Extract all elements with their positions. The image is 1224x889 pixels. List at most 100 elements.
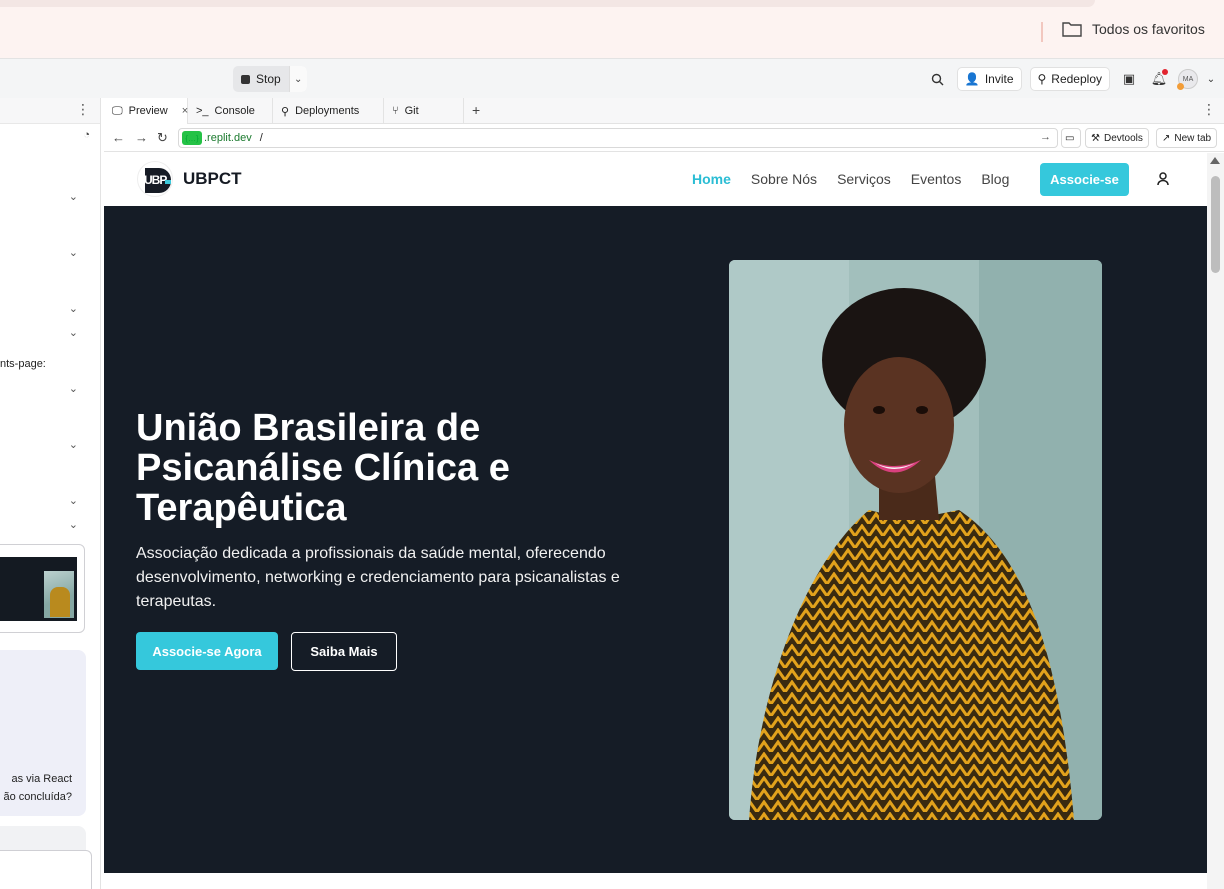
avatar[interactable]: MA xyxy=(1177,69,1198,90)
nav-link-blog[interactable]: Blog xyxy=(981,171,1009,187)
tab-label: Console xyxy=(214,105,255,117)
invite-label: Invite xyxy=(984,72,1014,86)
new-tab-label: New tab xyxy=(1174,132,1212,144)
back-icon[interactable]: ← xyxy=(112,130,125,145)
toolbar-actions: 👤 Invite ⚲ Redeploy ▣ 🔔︎ MA ⌄ xyxy=(927,66,1216,92)
search-icon[interactable] xyxy=(927,68,949,90)
folder-icon xyxy=(1062,22,1082,37)
site-navbar: UBP UBPCT Home Sobre Nós Serviços Evento… xyxy=(104,153,1207,206)
wrench-icon: ⚒ xyxy=(1091,132,1100,144)
tab-deployments[interactable]: ⚲ Deployments xyxy=(273,98,384,124)
site-brand[interactable]: UBPCT xyxy=(183,169,242,189)
url-path: / xyxy=(259,132,263,144)
tab-label: Preview xyxy=(128,105,168,117)
go-arrow-icon[interactable]: → xyxy=(1040,131,1051,143)
site-logo-mark[interactable]: UBP xyxy=(137,161,173,197)
chevron-down-icon[interactable]: ⌄ xyxy=(69,438,78,451)
left-panel: ⋮ ◔ ⌄ ⌄ ⌄ ⌄ nts-page: ⌄ ⌄ ⌄ ⌄ as via Rea… xyxy=(0,98,101,889)
join-now-button[interactable]: Associe-se Agora xyxy=(136,632,278,670)
tab-label: Deployments xyxy=(295,105,360,117)
tab-preview[interactable]: 🖵 Preview × xyxy=(104,98,188,124)
left-panel-header: ⋮ xyxy=(0,98,100,124)
add-tab-icon[interactable]: + xyxy=(472,102,480,118)
user-icon[interactable] xyxy=(1155,170,1171,188)
preview-scrollbar[interactable] xyxy=(1207,153,1224,889)
chevron-down-icon[interactable]: ⌄ xyxy=(69,494,78,507)
deploy-icon: ⚲ xyxy=(281,105,290,118)
nav-link-home[interactable]: Home xyxy=(692,171,731,187)
chevron-down-icon[interactable]: ⌄ xyxy=(69,382,78,395)
forward-icon[interactable]: → xyxy=(135,130,148,145)
hero-title: União Brasileira de Psicanálise Clínica … xyxy=(136,407,510,529)
redeploy-label: Redeploy xyxy=(1051,72,1102,86)
thumbnail-image xyxy=(0,557,77,621)
chevron-down-icon[interactable]: ⌄ xyxy=(69,246,78,259)
learn-more-button[interactable]: Saiba Mais xyxy=(291,632,397,671)
tab-label: Git xyxy=(404,105,419,117)
more-options-icon[interactable]: ⋮ xyxy=(76,101,90,118)
chevron-down-icon[interactable]: ⌄ xyxy=(288,66,307,92)
pane-tabbar: 🖵 Preview × >_ Console ⚲ Deployments ⑂ G… xyxy=(104,98,1224,124)
tab-git[interactable]: ⑂ Git xyxy=(384,98,464,124)
scroll-up-icon[interactable] xyxy=(1210,157,1220,164)
gauge-icon[interactable]: ◔ xyxy=(83,129,90,141)
url-host: .replit.dev xyxy=(204,132,252,144)
browser-tab-strip xyxy=(0,0,1095,7)
panel-text-fragment: nts-page: xyxy=(0,358,46,370)
tab-console[interactable]: >_ Console xyxy=(188,98,273,124)
git-icon: ⑂ xyxy=(392,105,399,117)
copy-icon[interactable]: ▣ xyxy=(1118,68,1140,90)
chevron-down-icon[interactable]: ⌄ xyxy=(69,302,78,315)
nav-link-sobre[interactable]: Sobre Nós xyxy=(751,171,817,187)
portrait-illustration xyxy=(729,260,1102,820)
scroll-thumb[interactable] xyxy=(1211,176,1220,273)
external-link-icon: ↗ xyxy=(1162,132,1171,144)
logo-text: UBP xyxy=(144,173,167,187)
reload-icon[interactable]: ↻ xyxy=(157,130,168,146)
stop-button[interactable]: Stop xyxy=(233,66,289,92)
browser-bookmarks-bar: Todos os favoritos xyxy=(0,0,1224,58)
avatar-initials: MA xyxy=(1182,75,1194,83)
hero-photo xyxy=(729,260,1102,820)
chat-text: as via React ão concluída? xyxy=(4,770,73,806)
nav-link-eventos[interactable]: Eventos xyxy=(911,171,962,187)
bookmarks-folder-label: Todos os favoritos xyxy=(1092,21,1205,37)
replit-icon: {…} xyxy=(182,131,202,145)
monitor-icon: 🖵 xyxy=(112,104,123,117)
preview-thumbnail[interactable] xyxy=(0,544,85,633)
new-tab-button[interactable]: ↗ New tab xyxy=(1156,128,1218,148)
device-icon[interactable]: ▭ xyxy=(1061,128,1081,148)
chevron-down-icon[interactable]: ⌄ xyxy=(69,190,78,203)
bookmarks-folder[interactable]: Todos os favoritos xyxy=(1062,21,1205,37)
chat-message: as via React ão concluída? xyxy=(0,650,86,816)
site-next-section xyxy=(104,873,1207,889)
add-user-icon: 👤 xyxy=(964,72,980,86)
avatar-status-dot xyxy=(1177,83,1184,90)
chat-line: ão concluída? xyxy=(3,791,73,803)
run-control: Stop ⌄ xyxy=(233,66,307,92)
devtools-button[interactable]: ⚒ Devtools xyxy=(1085,128,1149,148)
nav-link-servicos[interactable]: Serviços xyxy=(837,171,891,187)
chevron-down-icon[interactable]: ⌄ xyxy=(69,326,78,339)
website-preview: UBP UBPCT Home Sobre Nós Serviços Evento… xyxy=(104,153,1207,889)
bell-icon[interactable]: 🔔︎ xyxy=(1148,68,1170,90)
invite-button[interactable]: 👤 Invite xyxy=(956,67,1022,91)
thumbnail-photo xyxy=(44,571,74,618)
hero-section: União Brasileira de Psicanálise Clínica … xyxy=(104,206,1207,873)
chat-input[interactable] xyxy=(0,850,92,889)
preview-urlbar: ← → ↻ {…} .replit.dev / → ▭ ⚒ Devtools ↗… xyxy=(104,125,1224,152)
deploy-icon: ⚲ xyxy=(1037,72,1047,86)
workspace-toolbar: Stop ⌄ 👤 Invite ⚲ Redeploy ▣ 🔔︎ MA ⌄ xyxy=(0,58,1224,98)
chat-line: as via React xyxy=(11,773,72,785)
stop-icon xyxy=(241,74,250,84)
bookmark-separator xyxy=(1041,22,1043,42)
more-options-icon[interactable]: ⋮ xyxy=(1202,101,1216,118)
chevron-down-icon[interactable]: ⌄ xyxy=(1206,68,1216,90)
associe-se-button[interactable]: Associe-se xyxy=(1040,163,1129,196)
hero-subtitle: Associação dedicada a profissionais da s… xyxy=(136,545,620,610)
logo-accent xyxy=(165,180,171,184)
chevron-down-icon[interactable]: ⌄ xyxy=(69,518,78,531)
redeploy-button[interactable]: ⚲ Redeploy xyxy=(1029,67,1110,91)
notification-dot xyxy=(1162,69,1168,75)
url-input[interactable]: {…} .replit.dev / → xyxy=(178,128,1058,148)
